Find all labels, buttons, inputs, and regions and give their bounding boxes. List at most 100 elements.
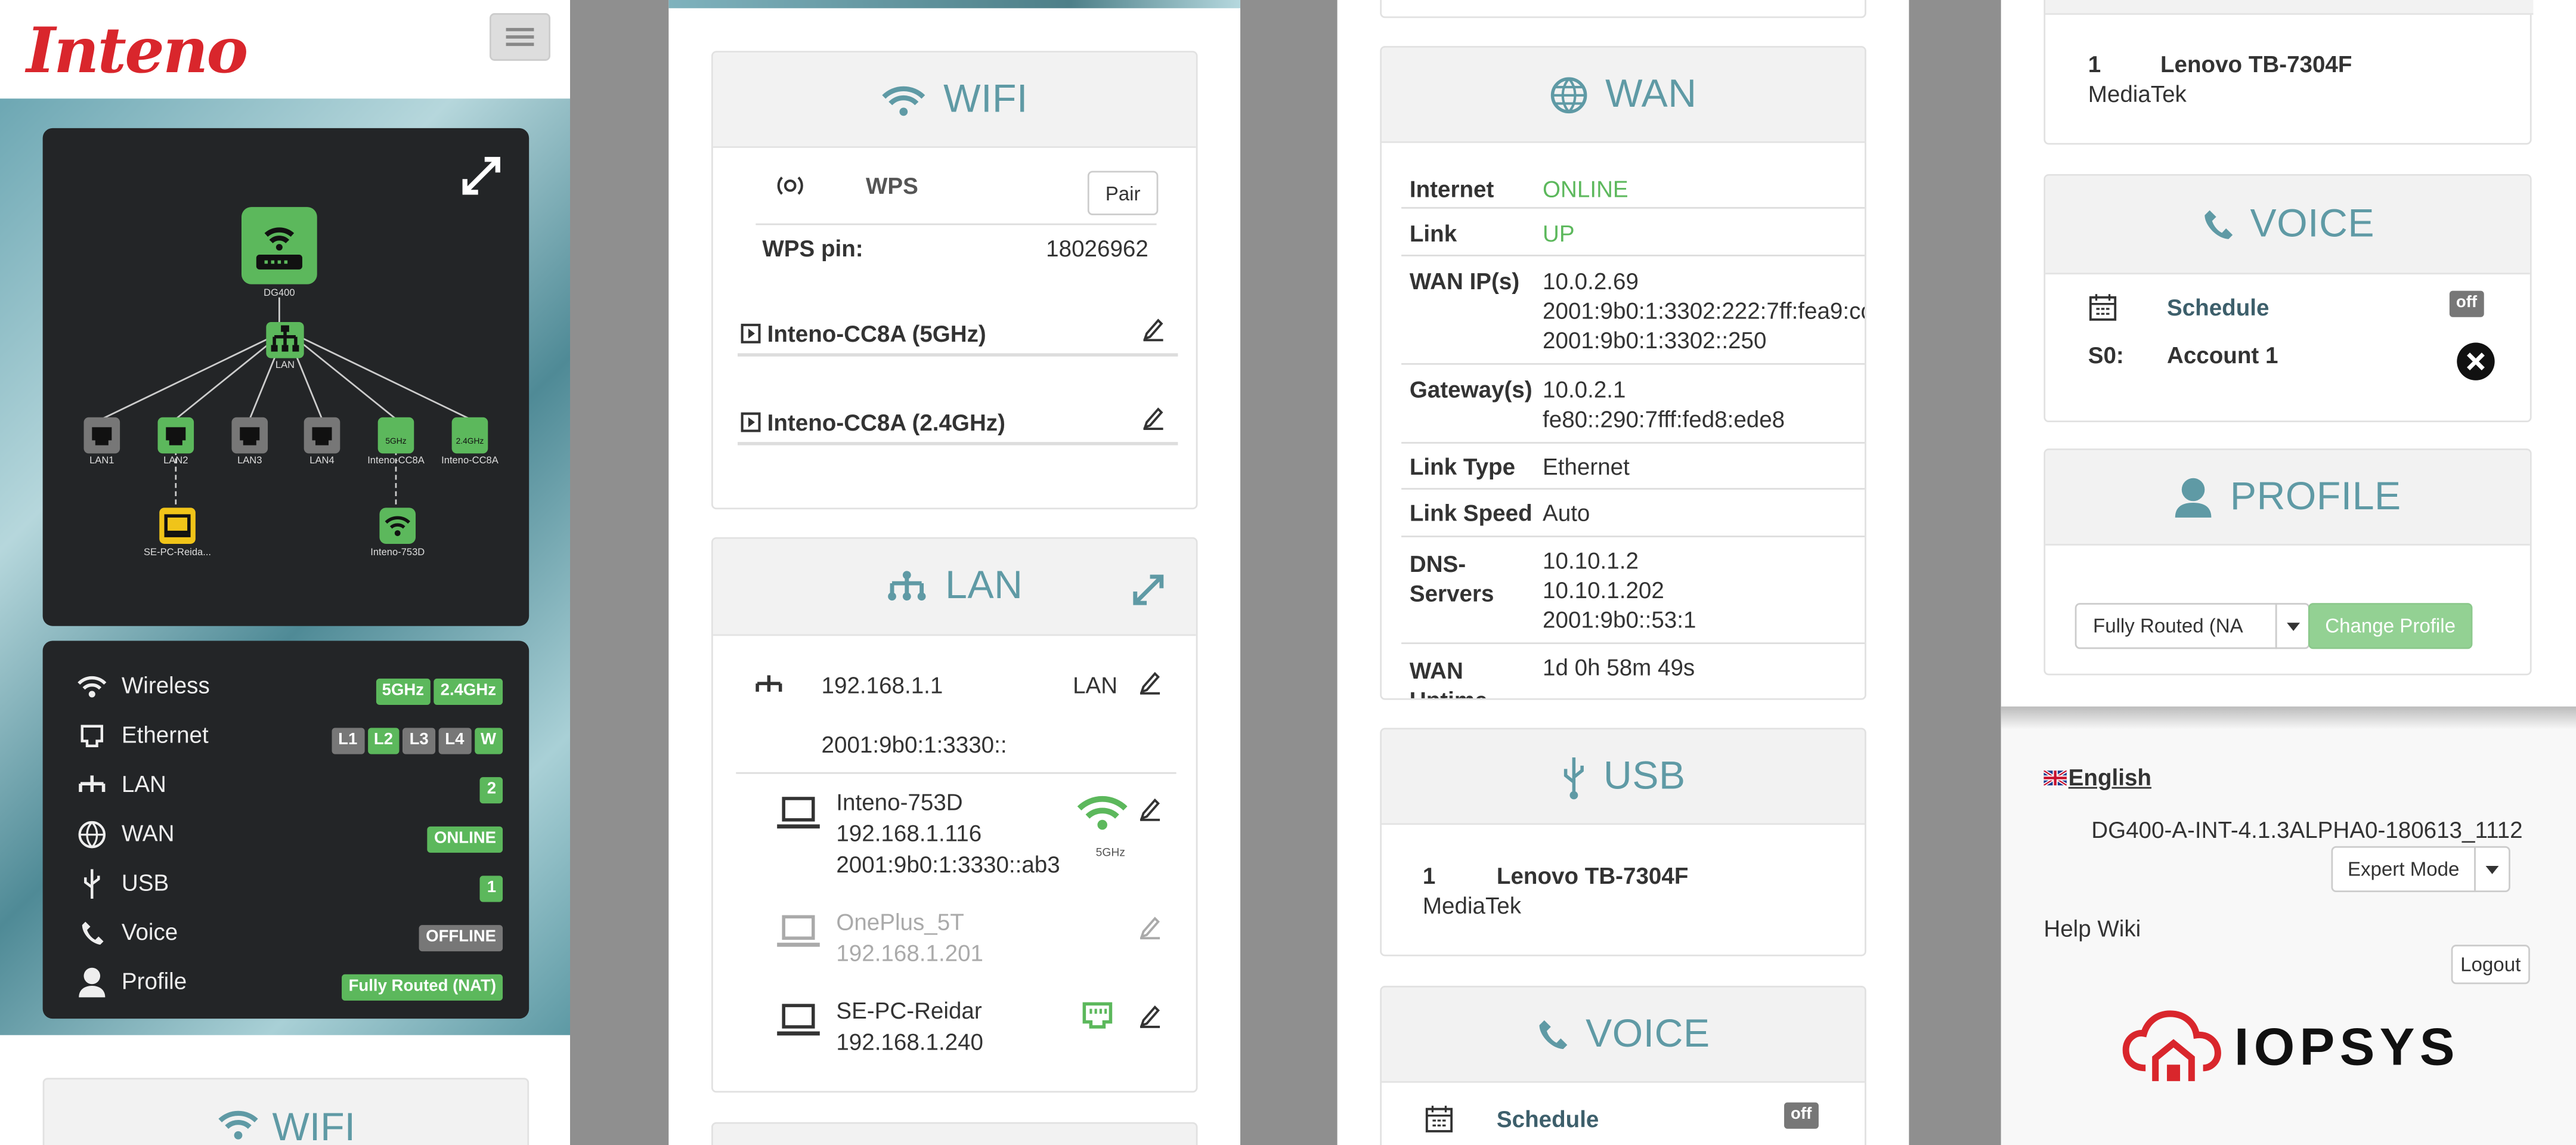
- wifi-icon: [78, 676, 107, 698]
- mode-select[interactable]: Expert Mode: [2331, 846, 2476, 893]
- wps-divider: [756, 223, 1157, 225]
- pair-button[interactable]: Pair: [1087, 171, 1159, 215]
- lan1-label: LAN1: [89, 456, 114, 467]
- switch-node[interactable]: [266, 321, 304, 358]
- usb-icon: [1563, 756, 1584, 799]
- voice-card: VOICE Schedule off S0: Account 1: [2044, 174, 2532, 423]
- ethernet-icon: [80, 725, 104, 748]
- edit-icon[interactable]: [1138, 1002, 1162, 1029]
- lan3-node[interactable]: [231, 417, 268, 454]
- voice-schedule[interactable]: Schedule: [1497, 1106, 1599, 1132]
- wan-row-link-speed: Link Speed Auto: [1401, 491, 1865, 537]
- switch-label: LAN: [275, 361, 295, 372]
- wan-value: UP: [1543, 220, 1575, 247]
- menu-icon: [506, 27, 534, 47]
- language-link[interactable]: English: [2044, 764, 2151, 790]
- router-label: DG400: [264, 289, 295, 299]
- ssid-24ghz-row[interactable]: Inteno-CC8A (2.4GHz): [738, 407, 1178, 445]
- laptop-icon: [777, 1004, 820, 1036]
- lan-card: LAN 192.168.1.1 LAN 2001:9b0:1:3330:: In…: [711, 537, 1198, 1093]
- expand-icon[interactable]: [1131, 572, 1167, 608]
- wan-value: 2001:9b0:1:3302::250: [1543, 327, 1767, 354]
- client-ipv6: 2001:9b0:1:3330::ab3: [836, 851, 1060, 878]
- client-row-se-pc-reidar[interactable]: SE-PC-Reidar 192.168.1.240: [713, 997, 1196, 1069]
- profile-select-caret[interactable]: [2275, 603, 2310, 649]
- logo[interactable]: Inteno: [26, 13, 248, 87]
- screen-wan-usb: WAN Internet ONLINE Link UP WAN IP(s) 10…: [1337, 0, 1909, 1145]
- mode-select-caret[interactable]: [2474, 846, 2510, 893]
- next-card-peek: [711, 1122, 1198, 1145]
- wifi-band-5-badge: 5GHz: [385, 437, 407, 447]
- wan-key: DNS-Servers: [1409, 550, 1494, 606]
- pc-node[interactable]: [159, 507, 196, 544]
- lan2-label: LAN2: [163, 456, 188, 467]
- badge-usb-count: 1: [480, 875, 503, 902]
- change-profile-button[interactable]: Change Profile: [2308, 603, 2473, 649]
- badge-l3: L3: [402, 728, 435, 754]
- logout-button[interactable]: Logout: [2451, 945, 2530, 985]
- profile-title: PROFILE: [2230, 474, 2401, 519]
- ssid-5ghz-row[interactable]: Inteno-CC8A (5GHz): [738, 318, 1178, 357]
- lan1-node[interactable]: [83, 417, 120, 454]
- lan3-label: LAN3: [237, 456, 262, 467]
- wan-row-uptime: WAN Uptime 1d 0h 58m 49s: [1401, 646, 1865, 698]
- edit-icon[interactable]: [1138, 669, 1162, 695]
- wan-key: Gateway(s): [1409, 376, 1532, 403]
- edit-icon[interactable]: [1138, 795, 1162, 821]
- help-wiki-link[interactable]: Help Wiki: [2044, 915, 2141, 942]
- status-row-ethernet[interactable]: Ethernet L1 L2 L3 L4 W: [76, 720, 503, 754]
- top-accent-bar: [668, 0, 1241, 8]
- badge-lan-count: 2: [480, 777, 503, 804]
- badge-5ghz: 5GHz: [375, 678, 431, 705]
- edit-icon[interactable]: [1142, 315, 1165, 342]
- voice-schedule[interactable]: Schedule: [2167, 294, 2270, 320]
- wifi-card-header: WIFI: [713, 52, 1196, 148]
- expand-icon[interactable]: [460, 154, 503, 197]
- wifi5-node[interactable]: 5GHz: [377, 417, 414, 454]
- status-row-voice[interactable]: Voice OFFLINE: [76, 917, 503, 952]
- divider-1: [570, 0, 669, 1145]
- menu-button[interactable]: [490, 13, 550, 61]
- router-icon: [256, 227, 302, 269]
- client-row-inteno-753d[interactable]: Inteno-753D 192.168.1.116 2001:9b0:1:333…: [713, 785, 1196, 887]
- lan-ip: 192.168.1.1: [821, 671, 943, 698]
- status-label-voice: Voice: [121, 918, 178, 945]
- usb-device: Lenovo TB-7304F: [1496, 862, 1689, 889]
- caret-down-icon: [2485, 865, 2499, 874]
- wifi24-node[interactable]: 2.4GHz: [451, 417, 488, 454]
- screen-voice-profile: 1 Lenovo TB-7304F MediaTek VOICE Schedul…: [2001, 0, 2576, 1145]
- edit-icon[interactable]: [1142, 404, 1165, 431]
- phone-icon: [2204, 209, 2233, 239]
- wan-title: WAN: [1605, 71, 1697, 116]
- lan4-node[interactable]: [304, 417, 340, 454]
- network-icon: [79, 775, 106, 792]
- wan-value: 2001:9b0:1:3302:222:7ff:fea9:cc8: [1543, 297, 1866, 324]
- network-icon: [756, 675, 782, 692]
- status-panel: Wireless 5GHz 2.4GHz Ethernet L1 L2 L3 L4 W L…: [42, 640, 530, 1019]
- edit-icon[interactable]: [1138, 914, 1162, 940]
- client-band: 5GHz: [1095, 847, 1125, 859]
- router-node[interactable]: [241, 207, 317, 284]
- ethernet-port-icon: [92, 427, 112, 445]
- ap-node[interactable]: [379, 507, 416, 544]
- phone-icon: [1539, 1019, 1568, 1048]
- status-label-wireless: Wireless: [121, 671, 210, 698]
- lan2-node[interactable]: [157, 417, 194, 454]
- status-row-profile[interactable]: Profile Fully Routed (NAT): [76, 966, 503, 1001]
- status-row-usb[interactable]: USB 1: [76, 868, 503, 902]
- client-row-oneplus[interactable]: OnePlus_5T 192.168.1.201: [713, 909, 1196, 981]
- wan-row-link-type: Link Type Ethernet: [1401, 445, 1865, 490]
- calendar-icon: [1425, 1106, 1453, 1132]
- status-row-wireless[interactable]: Wireless 5GHz 2.4GHz: [76, 670, 503, 705]
- wan-key: Link Speed: [1409, 499, 1532, 526]
- status-row-wan[interactable]: WAN ONLINE: [76, 818, 503, 853]
- status-row-lan[interactable]: LAN 2: [76, 769, 503, 804]
- remove-icon[interactable]: [2456, 342, 2496, 381]
- voice-schedule-off[interactable]: off: [1784, 1102, 1819, 1129]
- wps-icon: [777, 177, 803, 195]
- usb-device: Lenovo TB-7304F: [2160, 51, 2352, 78]
- cloud-house-icon: [2122, 1010, 2221, 1081]
- voice-schedule-off[interactable]: off: [2449, 290, 2484, 317]
- wan-key: Link: [1409, 220, 1457, 247]
- profile-select[interactable]: Fully Routed (NA: [2075, 603, 2277, 649]
